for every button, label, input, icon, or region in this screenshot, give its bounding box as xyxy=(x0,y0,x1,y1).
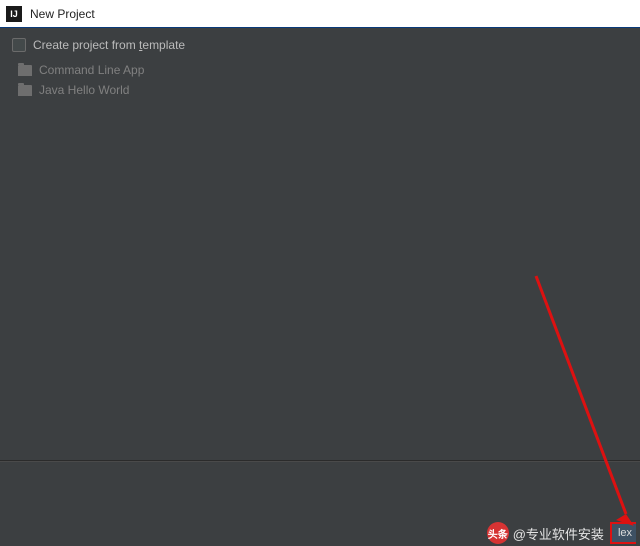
folder-icon xyxy=(18,65,32,76)
content-area: Create project from template Command Lin… xyxy=(0,28,640,544)
template-checkbox-row[interactable]: Create project from template xyxy=(12,38,628,52)
template-label: Command Line App xyxy=(39,63,144,77)
template-checkbox-label: Create project from template xyxy=(33,38,185,52)
button-fragment-label: lex xyxy=(618,527,632,539)
bottom-bar: 头条 @专业软件安装 lex xyxy=(0,520,640,546)
watermark: 头条 @专业软件安装 xyxy=(487,522,604,544)
template-label: Java Hello World xyxy=(39,83,129,97)
window-title: New Project xyxy=(30,7,95,21)
next-button-fragment[interactable]: lex xyxy=(610,522,636,544)
template-checkbox[interactable] xyxy=(12,38,26,52)
titlebar: IJ New Project xyxy=(0,0,640,28)
template-item-java-hello[interactable]: Java Hello World xyxy=(18,80,628,100)
template-item-command-line[interactable]: Command Line App xyxy=(18,60,628,80)
template-list: Command Line App Java Hello World xyxy=(18,60,628,460)
watermark-badge: 头条 xyxy=(487,522,509,544)
watermark-text: @专业软件安装 xyxy=(513,524,604,543)
app-icon: IJ xyxy=(6,6,22,22)
folder-icon xyxy=(18,85,32,96)
